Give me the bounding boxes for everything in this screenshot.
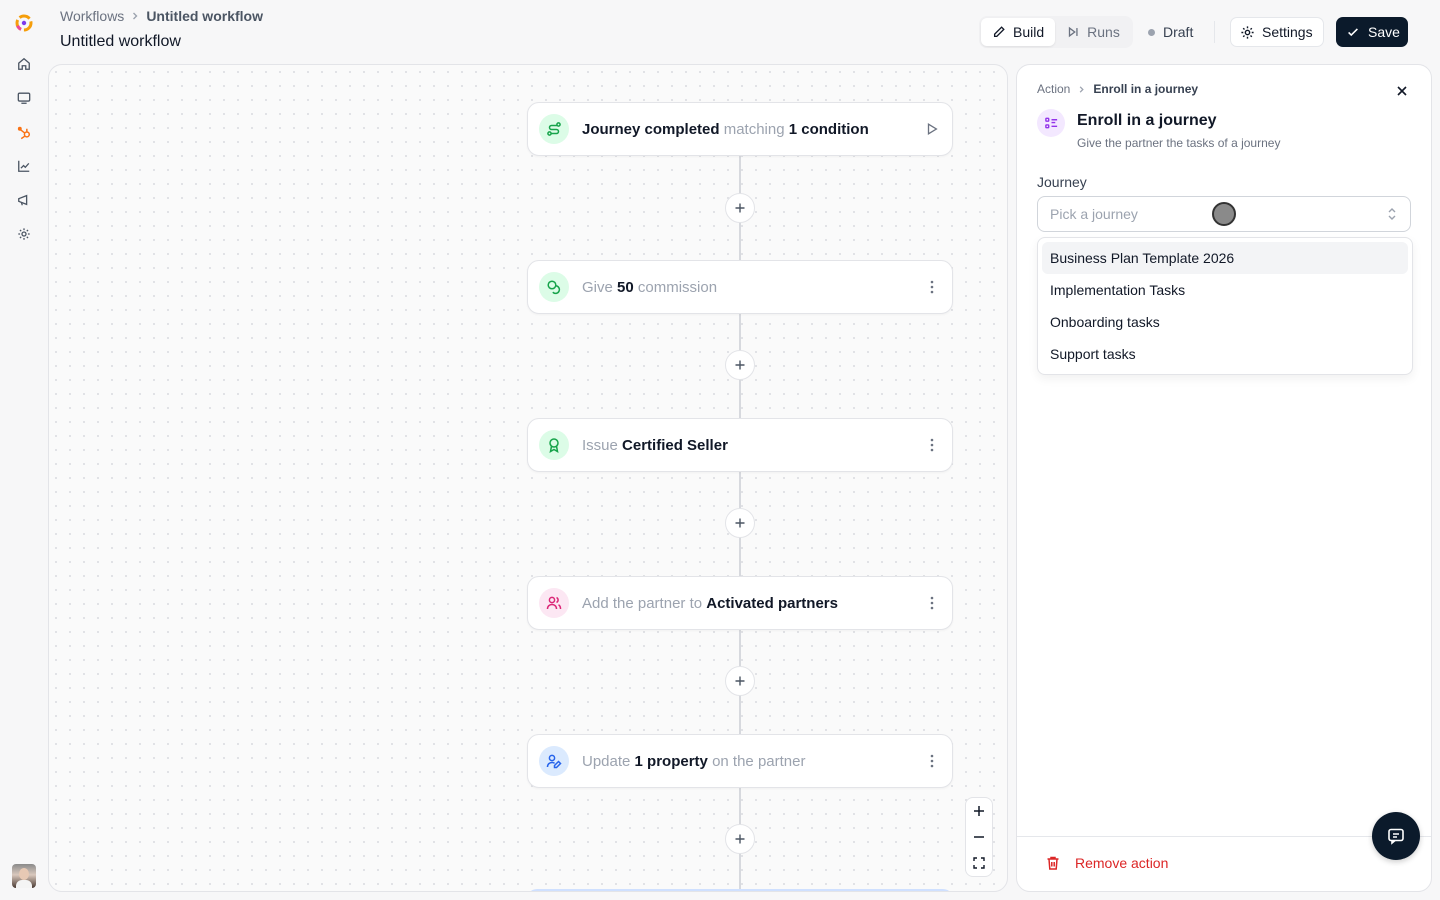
- status-badge: Draft: [1148, 24, 1193, 40]
- gear-icon[interactable]: [16, 226, 32, 242]
- close-icon[interactable]: [1393, 82, 1411, 100]
- home-icon[interactable]: [16, 56, 32, 72]
- tab-build[interactable]: Build: [981, 18, 1056, 46]
- chevron-up-down-icon: [1386, 207, 1398, 221]
- check-icon: [1346, 25, 1360, 39]
- journey-options: Business Plan Template 2026 Implementati…: [1037, 237, 1413, 375]
- add-step-button[interactable]: [725, 824, 755, 854]
- add-step-button[interactable]: [725, 193, 755, 223]
- avatar[interactable]: [12, 864, 36, 888]
- left-rail: [0, 0, 48, 900]
- remove-action-label: Remove action: [1075, 855, 1169, 871]
- node-text: Issue Certified Seller: [582, 436, 728, 454]
- action-node-partial[interactable]: [527, 889, 953, 891]
- app-logo-icon[interactable]: [14, 13, 34, 33]
- breadcrumb-workflows[interactable]: Workflows: [60, 8, 124, 24]
- panel-title: Enroll in a journey: [1077, 112, 1217, 129]
- hubspot-icon[interactable]: [16, 124, 32, 140]
- chart-icon[interactable]: [16, 158, 32, 174]
- chevron-right-icon: [130, 11, 140, 21]
- action-node[interactable]: Give 50 commission: [527, 260, 953, 314]
- save-button[interactable]: Save: [1336, 17, 1408, 47]
- more-vertical-icon[interactable]: [923, 436, 941, 454]
- panel-breadcrumb: Action Enroll in a journey: [1037, 82, 1198, 96]
- node-text: Journey completed matching 1 condition: [582, 120, 869, 138]
- journey-option[interactable]: Business Plan Template 2026: [1042, 242, 1408, 274]
- save-label: Save: [1368, 24, 1400, 40]
- more-vertical-icon[interactable]: [923, 594, 941, 612]
- status-label: Draft: [1163, 24, 1194, 40]
- tab-runs-label: Runs: [1087, 24, 1120, 40]
- pencil-icon: [992, 25, 1006, 39]
- chat-support-button[interactable]: [1372, 812, 1420, 860]
- message-icon: [1386, 826, 1406, 846]
- more-vertical-icon[interactable]: [923, 278, 941, 296]
- add-step-button[interactable]: [725, 508, 755, 538]
- panel-breadcrumb-current: Enroll in a journey: [1093, 82, 1199, 96]
- more-vertical-icon[interactable]: [923, 752, 941, 770]
- breadcrumb: Workflows Untitled workflow: [60, 8, 263, 24]
- action-node[interactable]: Add the partner to Activated partners: [527, 576, 953, 630]
- breadcrumb-current: Untitled workflow: [146, 8, 263, 24]
- step-forward-icon: [1066, 25, 1080, 39]
- monitor-icon[interactable]: [16, 90, 32, 106]
- page-title[interactable]: Untitled workflow: [60, 33, 181, 51]
- trigger-node[interactable]: Journey completed matching 1 condition: [527, 102, 953, 156]
- panel-breadcrumb-action[interactable]: Action: [1037, 82, 1070, 96]
- tab-runs[interactable]: Runs: [1055, 18, 1131, 46]
- gear-icon: [1240, 25, 1255, 40]
- action-panel: Action Enroll in a journey Enroll in a j…: [1016, 64, 1432, 892]
- trash-icon: [1045, 855, 1061, 871]
- node-text: Update 1 property on the partner: [582, 752, 806, 770]
- chevron-right-icon: [1077, 85, 1086, 94]
- node-text: Give 50 commission: [582, 278, 718, 296]
- journey-option[interactable]: Implementation Tasks: [1042, 274, 1408, 306]
- journey-select[interactable]: Pick a journey: [1037, 196, 1411, 232]
- add-step-button[interactable]: [725, 666, 755, 696]
- divider: [1017, 836, 1431, 837]
- route-icon: [539, 114, 569, 144]
- megaphone-icon[interactable]: [16, 192, 32, 208]
- remove-action-button[interactable]: Remove action: [1045, 855, 1168, 871]
- zoom-out-icon[interactable]: [966, 824, 992, 850]
- node-text: Add the partner to Activated partners: [582, 594, 838, 612]
- zoom-in-icon[interactable]: [966, 798, 992, 824]
- divider: [1214, 21, 1215, 43]
- workflow-canvas[interactable]: Journey completed matching 1 condition G…: [48, 64, 1008, 892]
- mouse-cursor-icon: [1212, 202, 1236, 226]
- user-pen-icon: [539, 746, 569, 776]
- users-icon: [539, 588, 569, 618]
- tab-build-label: Build: [1013, 24, 1045, 40]
- action-node[interactable]: Update 1 property on the partner: [527, 734, 953, 788]
- journey-option[interactable]: Support tasks: [1042, 338, 1408, 370]
- add-step-button[interactable]: [725, 350, 755, 380]
- panel-subtitle: Give the partner the tasks of a journey: [1077, 136, 1281, 150]
- status-dot-icon: [1148, 28, 1155, 36]
- fit-view-icon[interactable]: [966, 850, 992, 876]
- journey-option[interactable]: Onboarding tasks: [1042, 306, 1408, 338]
- action-node[interactable]: Issue Certified Seller: [527, 418, 953, 472]
- settings-label: Settings: [1262, 24, 1313, 40]
- list-checks-icon: [1037, 109, 1065, 137]
- view-toggle: Build Runs: [979, 16, 1133, 48]
- journey-select-placeholder: Pick a journey: [1050, 206, 1138, 222]
- zoom-controls: [965, 797, 993, 877]
- award-icon: [539, 430, 569, 460]
- play-icon[interactable]: [923, 120, 941, 138]
- journey-label: Journey: [1037, 174, 1087, 190]
- settings-button[interactable]: Settings: [1230, 17, 1324, 47]
- coins-icon: [539, 272, 569, 302]
